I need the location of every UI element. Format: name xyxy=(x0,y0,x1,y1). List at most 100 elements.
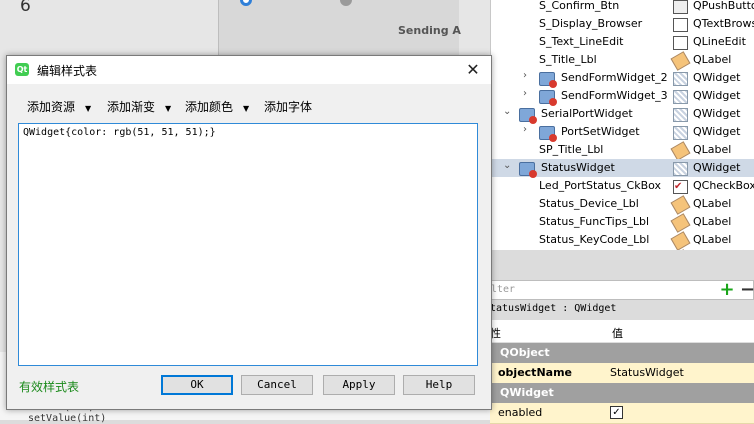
inspector-row[interactable]: S_Title_Lbl QLabel xyxy=(491,51,754,71)
label-icon xyxy=(670,51,691,71)
add-color-menu[interactable]: 添加颜色 ▼ xyxy=(185,98,249,115)
widget-icon xyxy=(673,72,688,86)
help-button[interactable]: Help xyxy=(403,375,475,395)
widget-object-icon xyxy=(539,72,557,88)
pushbutton-icon xyxy=(673,0,688,14)
object-class: QLabel xyxy=(693,143,732,156)
object-class: QLabel xyxy=(693,215,732,228)
object-class: QWidget xyxy=(693,89,741,102)
inspector-row[interactable]: ⌄ SerialPortWidget QWidget xyxy=(491,105,754,124)
inspector-row[interactable]: ⌄ StatusWidget QWidget xyxy=(491,159,754,178)
dialog-title: 编辑样式表 xyxy=(37,64,98,78)
object-name: Status_FuncTips_Lbl xyxy=(539,215,650,228)
section-qwidget[interactable]: QWidget xyxy=(490,383,754,403)
apply-button[interactable]: Apply xyxy=(323,375,395,395)
object-class: QTextBrowser xyxy=(693,17,754,30)
toolbar-label: 添加渐变 xyxy=(107,100,156,114)
label-icon xyxy=(670,141,691,161)
label-icon xyxy=(670,213,691,233)
designer-digit: 6 xyxy=(20,0,31,16)
toolbar-label: 添加资源 xyxy=(27,100,76,114)
widget-icon xyxy=(673,108,688,122)
object-name: S_Confirm_Btn xyxy=(539,0,620,12)
inspector-row[interactable]: Status_KeyCode_Lbl QLabel xyxy=(491,231,754,250)
prop-row-enabled[interactable]: enabled ✓ xyxy=(490,403,754,424)
object-class: QPushButton xyxy=(693,0,754,12)
object-name: SerialPortWidget xyxy=(541,107,633,120)
inspector-row[interactable]: Status_FuncTips_Lbl QLabel xyxy=(491,213,754,233)
inspector-row[interactable]: SP_Title_Lbl QLabel xyxy=(491,141,754,161)
object-name: StatusWidget xyxy=(541,161,615,174)
dropdown-arrow-icon: ▼ xyxy=(85,104,92,113)
prop-value[interactable]: StatusWidget xyxy=(610,366,684,379)
add-resource-menu[interactable]: 添加资源 ▼ xyxy=(27,98,91,115)
remove-property-button[interactable]: − xyxy=(740,281,754,299)
object-inspector[interactable]: S_Confirm_Btn QPushButton S_Display_Browse… xyxy=(490,0,754,250)
object-name: S_Text_LineEdit xyxy=(539,35,624,48)
object-name: S_Display_Browser xyxy=(539,17,643,30)
section-title: QWidget xyxy=(500,386,554,399)
prop-row-objectname[interactable]: objectName StatusWidget xyxy=(490,363,754,384)
close-icon[interactable]: ✕ xyxy=(459,58,487,82)
inspector-row[interactable]: S_Confirm_Btn QPushButton xyxy=(491,0,754,15)
dialog-titlebar: Qt 编辑样式表 ✕ xyxy=(7,56,491,84)
add-gradient-menu[interactable]: 添加渐变 ▼ xyxy=(107,98,171,115)
code-line: setValue(int) xyxy=(28,413,107,424)
object-class: QLineEdit xyxy=(693,35,746,48)
add-font-button[interactable]: 添加字体 xyxy=(264,98,312,115)
widget-object-icon xyxy=(519,108,537,124)
add-property-button[interactable]: + xyxy=(718,281,736,299)
editor-text[interactable]: QWidget{color: rgb(51, 51, 51);} xyxy=(23,127,216,138)
section-title: QObject xyxy=(500,346,550,359)
toolbar-label: 添加颜色 xyxy=(185,100,234,114)
object-class: QCheckBox xyxy=(693,179,754,192)
lineedit-icon xyxy=(673,36,688,50)
collapsed-arrow-icon[interactable]: › xyxy=(523,70,527,81)
expanded-arrow-icon[interactable]: ⌄ xyxy=(503,160,511,171)
inspector-row[interactable]: Status_KeyCode_ValueQLabel xyxy=(491,249,754,250)
filter-placeholder: lter xyxy=(491,284,516,295)
stylesheet-editor[interactable]: QWidget{color: rgb(51, 51, 51);} xyxy=(18,123,478,366)
inspector-row[interactable]: Status_Device_Lbl QLabel xyxy=(491,195,754,215)
prop-key: enabled xyxy=(498,406,543,419)
inspector-row[interactable]: S_Text_LineEdit QLineEdit xyxy=(491,33,754,51)
object-class: QWidget xyxy=(693,71,741,84)
object-class: QLabel xyxy=(693,53,732,66)
object-class: QWidget xyxy=(693,125,741,138)
collapsed-arrow-icon[interactable]: › xyxy=(523,124,527,135)
dropdown-arrow-icon: ▼ xyxy=(243,104,250,113)
object-name: Status_Device_Lbl xyxy=(539,197,639,210)
collapsed-arrow-icon[interactable]: › xyxy=(523,88,527,99)
label-icon xyxy=(670,195,691,215)
object-class-label: tatusWidget : QWidget xyxy=(490,303,617,314)
section-qobject[interactable]: QObject xyxy=(490,343,754,363)
object-name: Led_PortStatus_CkBox xyxy=(539,179,662,192)
dropdown-arrow-icon: ▼ xyxy=(165,104,172,113)
valid-stylesheet-label: 有效样式表 xyxy=(19,380,80,394)
textbrowser-icon xyxy=(673,18,688,32)
col-value: 值 xyxy=(612,327,623,340)
object-name: S_Title_Lbl xyxy=(539,53,597,66)
enabled-checkbox[interactable]: ✓ xyxy=(610,406,623,419)
designer-radio-row xyxy=(240,0,440,8)
inspector-row[interactable]: S_Display_Browser QTextBrowser xyxy=(491,15,754,33)
sending-label: Sending A xyxy=(398,24,461,37)
object-name: SendFormWidget_3 xyxy=(561,89,668,102)
inspector-row[interactable]: › PortSetWidget QWidget xyxy=(491,123,754,142)
expanded-arrow-icon[interactable]: ⌄ xyxy=(503,106,511,117)
object-class: QWidget xyxy=(693,161,741,174)
widget-object-icon xyxy=(539,90,557,106)
ok-button[interactable]: OK xyxy=(161,375,233,395)
cancel-button[interactable]: Cancel xyxy=(241,375,313,395)
inspector-row[interactable]: › SendFormWidget_2 QWidget xyxy=(491,69,754,88)
widget-object-icon xyxy=(519,162,537,178)
object-name: SendFormWidget_2 xyxy=(561,71,668,84)
filter-input[interactable]: lter xyxy=(490,280,754,300)
object-class: QWidget xyxy=(693,107,741,120)
qt-logo-icon: Qt xyxy=(15,63,29,76)
object-name: PortSetWidget xyxy=(561,125,640,138)
inspector-row[interactable]: › SendFormWidget_3 QWidget xyxy=(491,87,754,106)
widget-icon xyxy=(673,90,688,104)
inspector-row[interactable]: Led_PortStatus_CkBox ✔ QCheckBox xyxy=(491,177,754,195)
label-icon xyxy=(670,231,691,250)
